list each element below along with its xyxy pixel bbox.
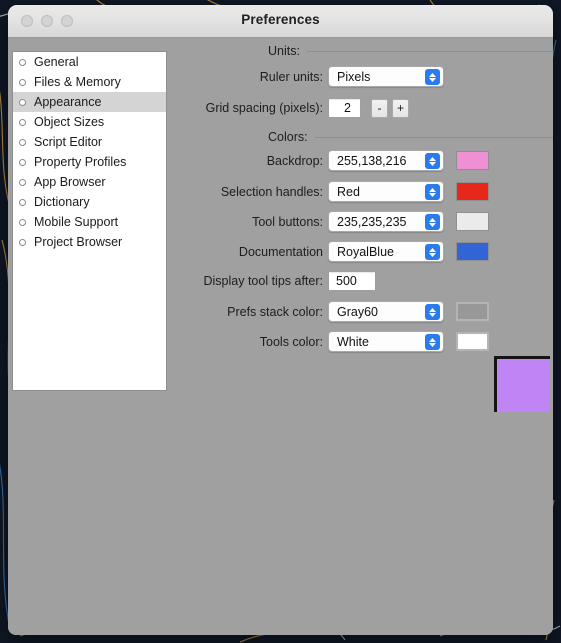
bullet-icon [19,58,26,66]
row-tool-buttons: Tool buttons: 235,235,235 [168,211,489,232]
sidebar-item-label: Dictionary [34,195,90,209]
chevron-updown-icon[interactable] [425,153,440,169]
chevron-updown-icon[interactable] [425,304,440,320]
tools-color-value: White [337,334,369,349]
prefs-stack-color-label: Prefs stack color: [227,304,323,319]
backdrop-label: Backdrop: [266,153,323,168]
chevron-updown-icon[interactable] [425,214,440,230]
tool-tips-label: Display tool tips after: [203,274,324,288]
sidebar-item-general[interactable]: General [13,52,166,72]
row-backdrop: Backdrop: 255,138,216 [168,150,489,171]
bullet-icon [19,118,26,126]
row-documentation: Documentation RoyalBlue [168,241,489,262]
sidebar-item-property-profiles[interactable]: Property Profiles [13,152,166,172]
section-header-units: Units: [268,44,553,58]
appearance-settings-pane: Units: Ruler units: Pixels Grid spacing … [168,38,553,635]
sidebar-item-dictionary[interactable]: Dictionary [13,192,166,212]
sidebar-item-appearance[interactable]: Appearance [13,92,166,112]
bullet-icon [19,98,26,106]
grid-spacing-input[interactable]: 2 [328,98,361,118]
row-tool-tips: Display tool tips after: 500 [168,271,376,291]
backdrop-select[interactable]: 255,138,216 [328,150,444,171]
selection-handles-value: Red [337,184,360,199]
sidebar-item-label: Property Profiles [34,155,127,169]
bullet-icon [19,138,26,146]
ruler-units-select[interactable]: Pixels [328,66,444,87]
row-prefs-stack-color: Prefs stack color: Gray60 [168,301,489,322]
window-title: Preferences [241,12,320,27]
documentation-color-swatch[interactable] [456,242,489,261]
sidebar-item-label: Appearance [34,95,102,109]
sidebar-item-label: Object Sizes [34,115,105,129]
tool-buttons-color-swatch[interactable] [456,212,489,231]
backdrop-value: 255,138,216 [337,153,407,168]
window-content: General Files & Memory Appearance Object… [8,38,553,635]
sidebar-item-script-editor[interactable]: Script Editor [13,132,166,152]
chevron-updown-icon[interactable] [425,244,440,260]
row-selection-handles: Selection handles: Red [168,181,489,202]
bullet-icon [19,238,26,246]
row-tools-color: Tools color: White [168,331,489,352]
selection-handles-color-swatch[interactable] [456,182,489,201]
tool-buttons-select[interactable]: 235,235,235 [328,211,444,232]
section-header-colors: Colors: [268,130,553,144]
row-grid-spacing: Grid spacing (pixels): 2 - + [168,98,409,118]
chevron-updown-icon[interactable] [425,184,440,200]
documentation-value: RoyalBlue [337,244,394,259]
sidebar-item-label: Project Browser [34,235,123,249]
section-title: Units: [268,44,300,58]
row-ruler-units: Ruler units: Pixels [168,66,444,87]
sidebar-item-app-browser[interactable]: App Browser [13,172,166,192]
tool-tips-input[interactable]: 500 [328,271,376,291]
chevron-updown-icon[interactable] [425,334,440,350]
tool-buttons-value: 235,235,235 [337,214,407,229]
section-rule [306,50,553,52]
tools-color-select[interactable]: White [328,331,444,352]
sidebar-item-label: General [34,55,79,69]
prefs-stack-color-select[interactable]: Gray60 [328,301,444,322]
sidebar-item-label: Mobile Support [34,215,119,229]
prefs-stack-color-value: Gray60 [337,304,378,319]
documentation-label: Documentation [238,244,323,259]
bullet-icon [19,158,26,166]
bullet-icon [19,178,26,186]
sidebar-item-mobile-support[interactable]: Mobile Support [13,212,166,232]
sidebar-item-object-sizes[interactable]: Object Sizes [13,112,166,132]
preferences-category-list[interactable]: General Files & Memory Appearance Object… [12,51,167,391]
bullet-icon [19,198,26,206]
window-titlebar[interactable]: Preferences [8,5,553,38]
ruler-units-label: Ruler units: [259,69,323,84]
grid-spacing-label: Grid spacing (pixels): [205,101,323,115]
sidebar-item-label: Script Editor [34,135,103,149]
ruler-units-value: Pixels [337,69,371,84]
preferences-window: Preferences General Files & Memory Appea… [8,5,553,635]
sidebar-item-label: App Browser [34,175,106,189]
documentation-select[interactable]: RoyalBlue [328,241,444,262]
bullet-icon [19,218,26,226]
sidebar-item-label: Files & Memory [34,75,121,89]
selection-handles-label: Selection handles: [220,184,323,199]
prefs-stack-color-swatch[interactable] [456,302,489,321]
tools-color-label: Tools color: [259,334,323,349]
tools-color-swatch[interactable] [456,332,489,351]
section-title: Colors: [268,130,308,144]
grid-spacing-decrement-button[interactable]: - [371,98,388,118]
section-rule [314,136,553,138]
sidebar-item-files-memory[interactable]: Files & Memory [13,72,166,92]
selection-handles-select[interactable]: Red [328,181,444,202]
backdrop-color-swatch[interactable] [456,151,489,170]
sidebar-item-project-browser[interactable]: Project Browser [13,232,166,252]
chevron-updown-icon[interactable] [425,69,440,85]
tool-buttons-label: Tool buttons: [252,214,323,229]
grid-spacing-increment-button[interactable]: + [392,98,409,118]
bullet-icon [19,78,26,86]
color-preview-square[interactable] [494,356,550,412]
